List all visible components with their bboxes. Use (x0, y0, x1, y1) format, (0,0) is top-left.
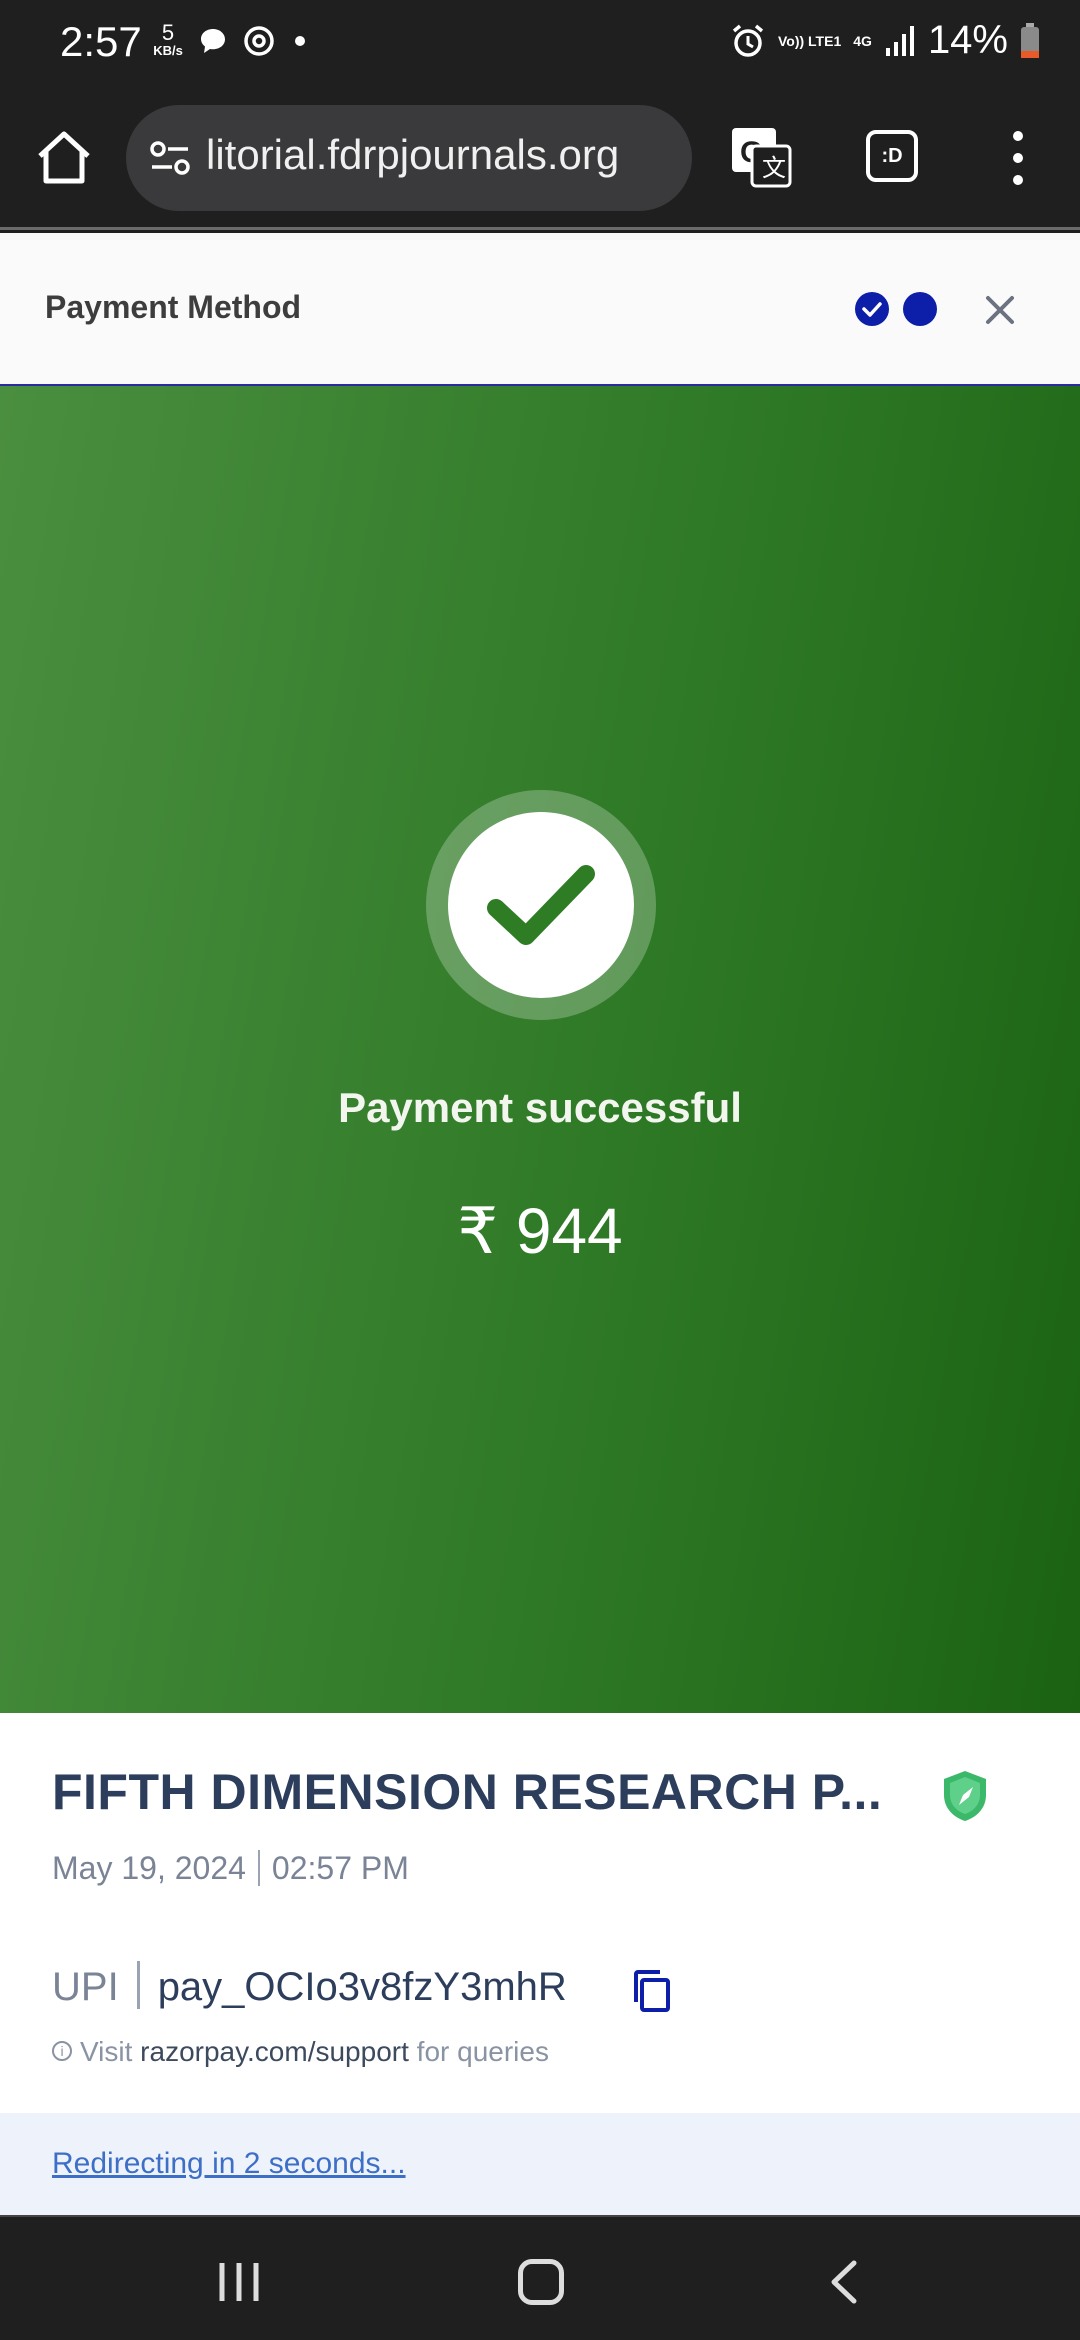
info-icon: i (52, 2040, 72, 2061)
network-type: 4G (853, 32, 872, 49)
payment-method-line: UPI pay_OCIo3v8fzY3mhR (52, 1961, 567, 2013)
volte-indicator: Vo)) LTE1 (777, 32, 842, 49)
browser-toolbar: litorial.fdrpjournals.org G文 :D (0, 88, 1080, 230)
network-speed-value: 5 (161, 20, 175, 45)
payment-amount: ₹ 944 (457, 1195, 623, 1267)
system-nav-bar (0, 2215, 1080, 2340)
merchant-name: FIFTH DIMENSION RESEARCH P... (52, 1764, 883, 1820)
tabs-button[interactable]: :D (866, 130, 918, 182)
support-info: i Visit razorpay.com/support for queries (52, 2036, 549, 2068)
redirect-bar: Redirecting in 2 seconds... (0, 2113, 1080, 2215)
support-link[interactable]: razorpay.com/support (140, 2036, 409, 2067)
dot-icon (295, 36, 305, 46)
payment-method: UPI (52, 1965, 119, 2009)
back-icon[interactable] (826, 2259, 862, 2305)
sync-icon (244, 26, 274, 56)
url-bar[interactable]: litorial.fdrpjournals.org (126, 105, 692, 211)
close-icon[interactable] (980, 290, 1020, 330)
payment-time: 02:57 PM (271, 1850, 409, 1886)
success-panel: Payment successful ₹ 944 (0, 384, 1080, 1713)
page-title: Payment Method (45, 289, 302, 325)
svg-text:文: 文 (762, 155, 786, 182)
payment-date: May 19, 2024 (52, 1850, 246, 1886)
home-nav-icon[interactable] (518, 2259, 564, 2305)
copy-icon[interactable] (630, 1968, 672, 2014)
url-text: litorial.fdrpjournals.org (206, 131, 620, 178)
success-check-circle (448, 812, 634, 998)
more-menu-icon[interactable] (998, 128, 1038, 188)
redirect-link[interactable]: Redirecting in 2 seconds... (52, 2147, 406, 2181)
status-right: Vo)) LTE1 4G 14% (730, 18, 1040, 63)
success-check-ring (426, 790, 656, 1020)
payment-details: FIFTH DIMENSION RESEARCH P... May 19, 20… (0, 1713, 1080, 2113)
chat-bubble-icon (201, 29, 225, 53)
check-icon (862, 302, 882, 317)
network-speed: 5 KB/s (148, 20, 188, 58)
site-settings-icon[interactable] (148, 135, 194, 181)
battery-percent: 14% (927, 18, 1008, 62)
status-bar: 2:57 5 KB/s Vo)) LTE1 4G 14% (0, 0, 1080, 88)
notification-icons (198, 24, 310, 58)
network-speed-unit: KB/s (153, 43, 183, 58)
divider (257, 1849, 260, 1886)
support-suffix: for queries (416, 2036, 549, 2067)
verified-shield-icon (944, 1771, 986, 1821)
success-message: Payment successful (338, 1084, 742, 1131)
battery-icon (1021, 22, 1039, 58)
alarm-icon (732, 24, 764, 57)
status-time: 2:57 (60, 18, 142, 65)
checkmark-icon (487, 865, 595, 945)
home-icon[interactable] (30, 124, 98, 192)
signal-icon (885, 25, 914, 56)
translate-icon[interactable]: G文 (728, 124, 794, 190)
support-prefix: Visit (80, 2036, 133, 2067)
step-current-indicator (903, 292, 937, 326)
payment-datetime: May 19, 2024 02:57 PM (52, 1849, 409, 1889)
payment-id: pay_OCIo3v8fzY3mhR (157, 1965, 567, 2009)
step-complete-indicator (855, 292, 889, 326)
recents-icon[interactable] (214, 2261, 264, 2303)
divider (136, 1961, 140, 2010)
